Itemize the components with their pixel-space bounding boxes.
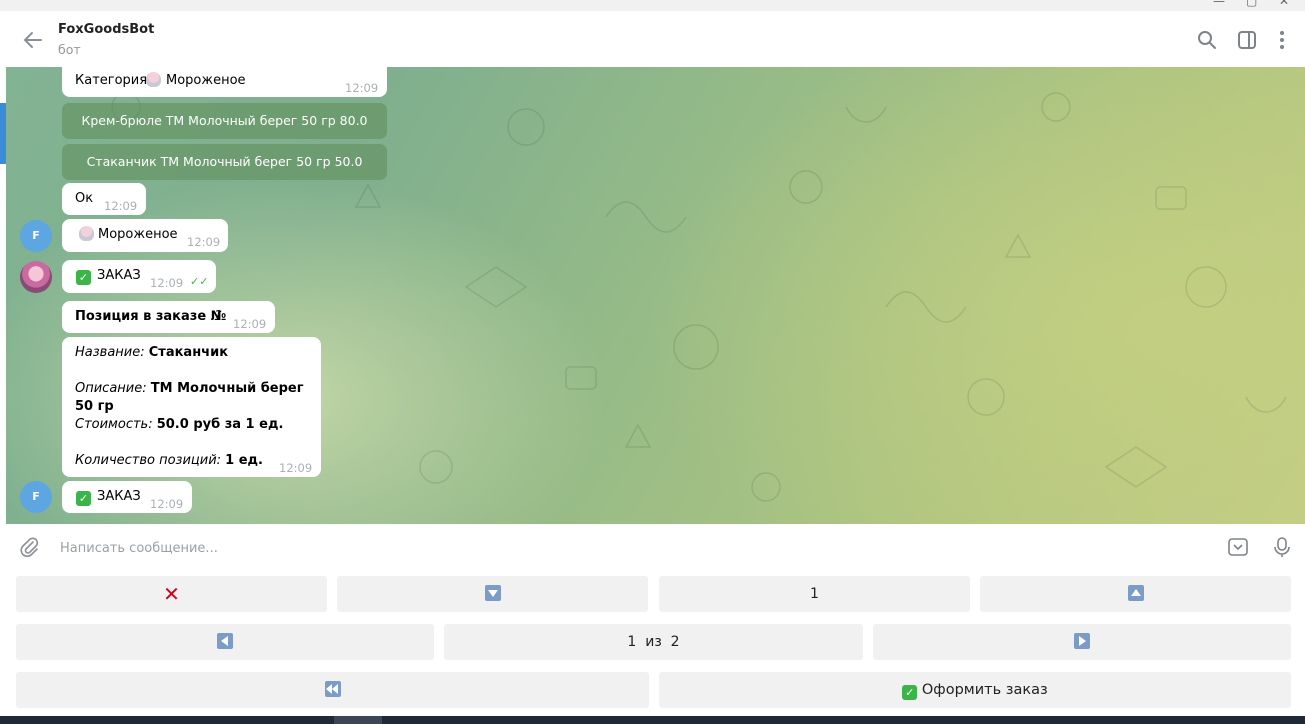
os-taskbar xyxy=(0,716,1305,724)
detail-desc-label: Описание: xyxy=(75,381,147,396)
user-avatar[interactable]: F xyxy=(20,481,52,513)
rewind-icon xyxy=(324,681,341,697)
ok-message: Ок 12:09 xyxy=(62,183,146,215)
message-text: Мороженое xyxy=(98,227,178,242)
search-icon[interactable] xyxy=(1196,29,1218,51)
inline-button-stakanchik[interactable]: Стаканчик ТМ Молочный берег 50 гр 50.0 xyxy=(62,144,387,180)
back-arrow-icon[interactable] xyxy=(22,29,44,51)
message-text: ЗАКАЗ xyxy=(97,489,141,504)
bot-keyboard-toggle-icon[interactable] xyxy=(1227,536,1249,558)
message-text: ЗАКАЗ xyxy=(97,268,141,283)
message-composer xyxy=(6,524,1305,570)
order-message-outgoing: ✓ ЗАКАЗ 12:09 ✓✓ xyxy=(62,260,216,293)
more-menu-icon[interactable] xyxy=(1271,29,1293,51)
position-number: 1 xyxy=(214,309,223,324)
ice-cream-emoji-icon xyxy=(77,226,96,244)
detail-cost-value: 50.0 руб за 1 ед. xyxy=(156,417,284,432)
down-arrow-icon xyxy=(484,585,501,601)
microphone-icon[interactable] xyxy=(1271,536,1293,558)
detail-desc-row: Описание: ТМ Молочный берег 50 гр xyxy=(75,380,321,416)
quantity-display[interactable]: 1 xyxy=(659,576,970,612)
product-details-message: Название: Стаканчик Описание: ТМ Молочны… xyxy=(62,337,321,477)
up-arrow-icon xyxy=(1127,585,1144,601)
previous-item-button[interactable] xyxy=(16,624,434,660)
order-message-incoming: ✓ ЗАКАЗ 12:09 xyxy=(62,481,192,513)
window-titlebar: — ▢ ✕ xyxy=(0,0,1305,11)
taskbar-active-app[interactable] xyxy=(334,716,382,724)
icecream-user-message: Мороженое 12:09 xyxy=(62,219,228,252)
next-item-button[interactable] xyxy=(873,624,1291,660)
ok-text: Ок xyxy=(75,191,94,206)
cancel-button[interactable]: ✕ xyxy=(16,576,327,612)
detail-qty-value: 1 ед. xyxy=(225,453,263,468)
detail-name-value: Стаканчик xyxy=(148,345,229,360)
user-avatar[interactable]: F xyxy=(20,220,52,252)
close-window-icon[interactable]: ✕ xyxy=(1279,0,1289,8)
check-mark-icon: ✓ xyxy=(76,267,91,285)
decrease-button[interactable] xyxy=(337,576,648,612)
detail-qty-row: Количество позиций: 1 ед. xyxy=(75,452,263,470)
message-time: 12:09 xyxy=(233,317,267,331)
right-arrow-icon xyxy=(1074,633,1090,649)
checkout-label: Оформить заказ xyxy=(921,682,1048,698)
checkout-button[interactable]: ✓ Оформить заказ xyxy=(659,672,1291,708)
position-label: Позиция в заказе № xyxy=(75,309,227,324)
detail-cost-row: Стоимость: 50.0 руб за 1 ед. xyxy=(75,416,283,434)
double-check-read-icon: ✓✓ xyxy=(190,275,209,288)
category-name: Мороженое xyxy=(166,73,246,88)
category-prefix: Категория xyxy=(75,73,148,88)
detail-cost-label: Стоимость: xyxy=(75,417,153,432)
cross-icon: ✕ xyxy=(163,582,180,606)
increase-button[interactable] xyxy=(980,576,1291,612)
message-input[interactable] xyxy=(58,536,1162,560)
check-mark-icon: ✓ xyxy=(76,488,91,506)
minimize-icon[interactable]: — xyxy=(1213,0,1225,8)
chat-area: Категория Мороженое 12:09 Крем-брюле ТМ … xyxy=(6,67,1305,524)
detail-name-row: Название: Стаканчик xyxy=(75,344,228,362)
chat-header: FoxGoodsBot бот xyxy=(6,11,1305,67)
maximize-icon[interactable]: ▢ xyxy=(1246,0,1257,8)
position-message: Позиция в заказе № 1 12:09 xyxy=(62,301,275,333)
category-message: Категория Мороженое 12:09 xyxy=(62,67,387,97)
message-time: 12:09 xyxy=(345,81,379,95)
ice-cream-emoji-icon xyxy=(144,72,163,90)
bot-reply-keyboard: ✕ 1 1 из 2 ✓ Оформить заказ xyxy=(6,570,1305,716)
detail-qty-label: Количество позиций: xyxy=(75,453,222,468)
chat-subtitle: бот xyxy=(58,42,81,57)
page-indicator[interactable]: 1 из 2 xyxy=(444,624,863,660)
left-arrow-icon xyxy=(217,633,233,649)
sidebar-toggle-icon[interactable] xyxy=(1236,29,1258,51)
message-time: 12:09 xyxy=(150,276,184,290)
detail-name-label: Название: xyxy=(75,345,145,360)
message-time: 12:09 xyxy=(187,235,221,249)
chat-title[interactable]: FoxGoodsBot xyxy=(58,22,154,37)
inline-button-creme-brulee[interactable]: Крем-брюле ТМ Молочный берег 50 гр 80.0 xyxy=(62,103,387,139)
message-time: 12:09 xyxy=(104,199,138,213)
message-time: 12:09 xyxy=(150,497,184,511)
check-mark-icon: ✓ xyxy=(902,682,918,700)
back-to-menu-button[interactable] xyxy=(16,672,649,708)
bot-avatar[interactable] xyxy=(20,261,52,293)
paperclip-icon[interactable] xyxy=(18,536,40,558)
message-time: 12:09 xyxy=(279,461,313,475)
